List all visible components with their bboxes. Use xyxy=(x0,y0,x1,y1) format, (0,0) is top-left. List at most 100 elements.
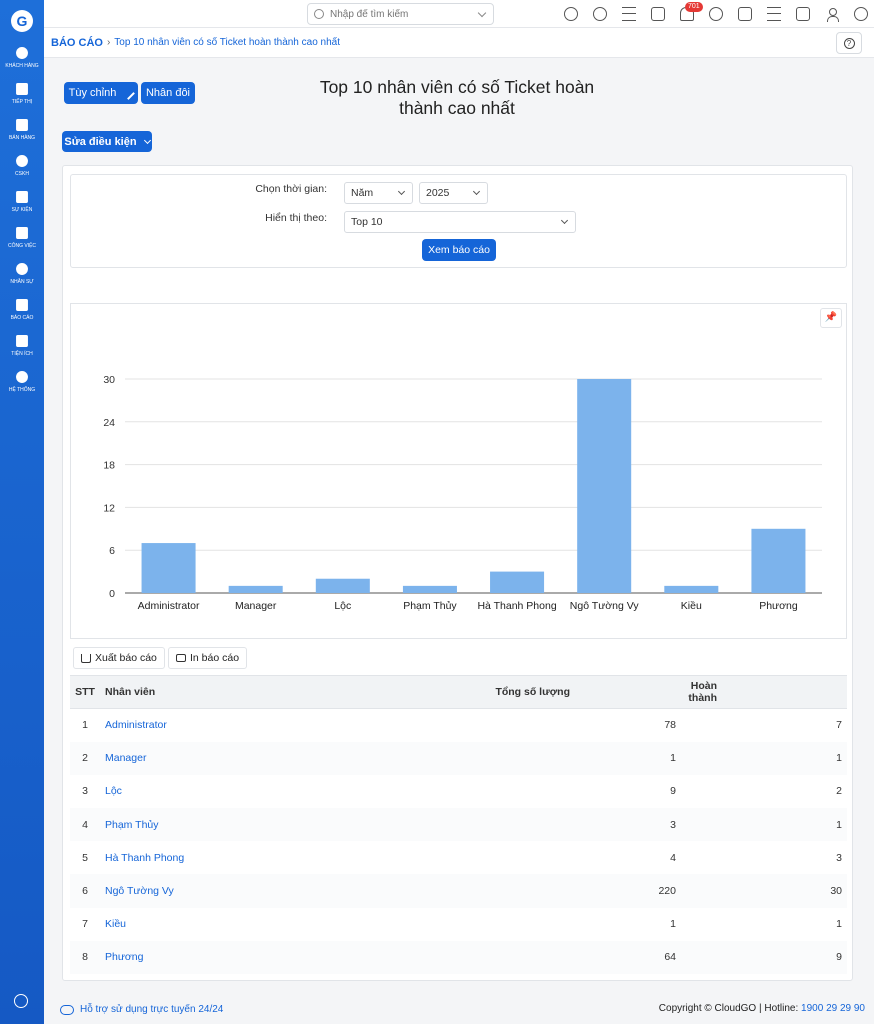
task-icon[interactable] xyxy=(796,7,810,21)
support-icon xyxy=(60,1004,74,1015)
y-tick-label: 18 xyxy=(103,460,115,472)
row-done: 1 xyxy=(682,808,847,842)
x-tick-label: Kiều xyxy=(681,600,702,612)
settings-icon[interactable] xyxy=(854,7,868,21)
y-tick-label: 30 xyxy=(103,374,115,386)
users-icon xyxy=(16,47,28,59)
bar[interactable] xyxy=(664,585,719,593)
add-icon[interactable] xyxy=(593,7,607,21)
help-button[interactable]: ? xyxy=(836,32,862,54)
breadcrumb-root[interactable]: BÁO CÁO xyxy=(51,37,103,49)
chat-icon[interactable] xyxy=(709,7,723,21)
sidebar: G KHÁCH HÀNG TIẾP THỊ BÁN HÀNG CSKH SỰ KIỆN C… xyxy=(0,0,44,1024)
app-logo[interactable]: G xyxy=(11,10,33,32)
row-stt: 4 xyxy=(70,808,100,842)
hotline[interactable]: 1900 29 29 90 xyxy=(801,1003,865,1014)
bell-icon[interactable]: 701 xyxy=(680,2,703,21)
row-total: 4 xyxy=(670,851,676,864)
list-icon[interactable] xyxy=(622,7,636,21)
row-done: 3 xyxy=(836,851,842,864)
row-employee[interactable]: Hà Thanh Phong xyxy=(100,841,400,874)
display-select[interactable]: Top 10 xyxy=(344,211,576,233)
x-tick-label: Administrator xyxy=(138,600,200,612)
header-employee[interactable]: Nhân viên xyxy=(100,675,400,709)
sidebar-item-8[interactable]: TIỆN ÍCH xyxy=(0,334,44,357)
bar[interactable] xyxy=(490,571,545,593)
bar[interactable] xyxy=(402,585,457,593)
sidebar-item-label: SỰ KIỆN xyxy=(11,207,33,213)
search-input[interactable] xyxy=(330,8,470,20)
row-done: 9 xyxy=(682,940,847,974)
y-tick-label: 12 xyxy=(103,502,115,514)
customize-label: Tùy chỉnh xyxy=(68,87,117,99)
chevron-down-icon xyxy=(472,187,481,196)
display-label: Hiển thị theo: xyxy=(265,212,327,224)
time-label: Chọn thời gian: xyxy=(255,183,327,195)
sidebar-item-9[interactable]: HỆ THỐNG xyxy=(0,370,44,393)
row-employee[interactable]: Administrator xyxy=(100,709,400,742)
notification-badge: 701 xyxy=(685,2,703,12)
header-total[interactable]: Tổng số lượng xyxy=(400,675,682,709)
row-employee[interactable]: Phạm Thủy xyxy=(100,808,400,842)
sidebar-item-label: HỆ THỐNG xyxy=(8,387,36,393)
row-total: 9 xyxy=(670,785,676,798)
view-report-button[interactable]: Xem báo cáo xyxy=(422,239,496,261)
row-employee[interactable]: Kiều xyxy=(100,908,400,941)
chevron-right-icon: › xyxy=(106,37,111,48)
x-tick-label: Phạm Thủy xyxy=(403,600,457,612)
row-total: 1 xyxy=(670,918,676,931)
row-employee[interactable]: Lộc xyxy=(100,775,400,808)
row-stt: 8 xyxy=(70,940,100,974)
sidebar-item-0[interactable]: KHÁCH HÀNG xyxy=(0,46,44,69)
report-table: STT Nhân viên Tổng số lượng Hoàn thành 1… xyxy=(70,675,847,974)
support-link[interactable]: Hỗ trợ sử dụng trực tuyến 24/24 xyxy=(60,1004,223,1015)
row-stt: 1 xyxy=(82,719,88,732)
sidebar-item-2[interactable]: BÁN HÀNG xyxy=(0,118,44,141)
bar[interactable] xyxy=(315,578,370,593)
calendar-icon[interactable] xyxy=(738,7,752,21)
row-employee[interactable]: Ngô Tường Vy xyxy=(100,874,400,908)
bar[interactable] xyxy=(141,543,196,593)
sidebar-item-1[interactable]: TIẾP THỊ xyxy=(0,82,44,105)
bar[interactable] xyxy=(228,585,283,593)
row-done: 30 xyxy=(682,874,847,908)
bar[interactable] xyxy=(751,528,806,593)
sidebar-item-5[interactable]: CÔNG VIỆC xyxy=(0,226,44,249)
y-tick-label: 6 xyxy=(109,545,115,557)
breadcrumb: BÁO CÁO › Top 10 nhân viên có số Ticket … xyxy=(44,28,874,58)
bar[interactable] xyxy=(577,379,632,593)
print-button[interactable]: In báo cáo xyxy=(168,647,248,669)
row-stt: 6 xyxy=(70,874,100,908)
sidebar-item-label: CSKH xyxy=(15,171,29,177)
year-value: 2025 xyxy=(426,187,450,199)
sidebar-item-3[interactable]: CSKH xyxy=(0,154,44,177)
print-label: In báo cáo xyxy=(190,652,240,664)
export-button[interactable]: Xuất báo cáo xyxy=(73,647,165,669)
x-tick-label: Phương xyxy=(759,600,798,612)
clock-icon[interactable] xyxy=(14,994,28,1008)
row-employee[interactable]: Manager xyxy=(100,741,400,775)
sidebar-item-4[interactable]: SỰ KIỆN xyxy=(0,190,44,213)
external-icon[interactable] xyxy=(651,7,665,21)
header-done[interactable]: Hoàn thành xyxy=(682,675,847,709)
edit-conditions-button[interactable]: Sửa điều kiện xyxy=(62,131,152,152)
global-search[interactable] xyxy=(307,3,494,25)
pin-icon[interactable]: 📌 xyxy=(820,308,842,328)
chart-icon[interactable] xyxy=(767,7,781,21)
year-select[interactable]: 2025 xyxy=(419,182,488,204)
info-icon[interactable] xyxy=(564,7,578,21)
briefcase-icon xyxy=(16,227,28,239)
user-icon[interactable] xyxy=(825,7,839,22)
table-row: 2 Manager 1 1 xyxy=(70,741,847,775)
sidebar-item-7[interactable]: BÁO CÁO xyxy=(0,298,44,321)
time-unit-select[interactable]: Năm xyxy=(344,182,413,204)
box-icon xyxy=(16,335,28,347)
chevron-down-icon[interactable] xyxy=(477,8,487,18)
sidebar-item-label: CÔNG VIỆC xyxy=(7,243,37,249)
row-employee[interactable]: Phương xyxy=(100,940,400,974)
sidebar-item-6[interactable]: NHÂN SỰ xyxy=(0,262,44,285)
row-stt: 2 xyxy=(70,741,100,775)
customize-button[interactable]: Tùy chỉnh xyxy=(64,82,138,104)
duplicate-button[interactable]: Nhân đôi xyxy=(141,82,195,104)
breadcrumb-current[interactable]: Top 10 nhân viên có số Ticket hoàn thành… xyxy=(114,37,340,48)
